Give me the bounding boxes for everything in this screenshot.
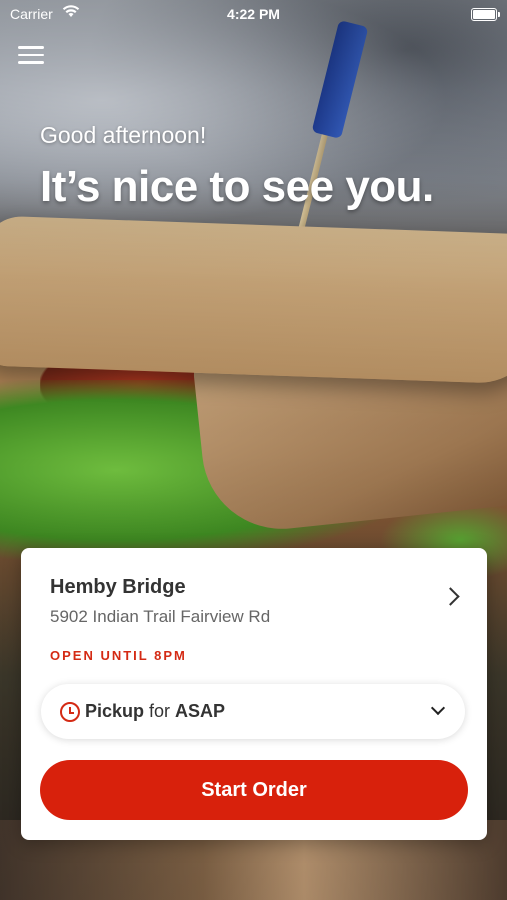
battery-icon <box>471 8 500 21</box>
hours-status: OPEN UNTIL 8PM <box>50 648 187 663</box>
hamburger-menu-icon[interactable] <box>18 46 44 68</box>
greeting-text: Good afternoon! <box>40 122 207 148</box>
start-order-button[interactable]: Start Order <box>40 760 468 820</box>
status-bar: Carrier 4:22 PM <box>0 0 507 28</box>
location-name: Hemby Bridge <box>50 576 186 598</box>
order-connector: for <box>144 701 176 721</box>
clock-time: 4:22 PM <box>227 6 280 22</box>
order-type-label: Pickup for ASAP <box>85 701 225 722</box>
page-title: It’s nice to see you. <box>40 162 434 211</box>
order-mode: Pickup <box>85 701 145 721</box>
order-type-dropdown[interactable]: Pickup for ASAP <box>41 684 465 739</box>
order-card: Hemby Bridge 5902 Indian Trail Fairview … <box>21 548 487 840</box>
clock-icon <box>60 702 80 722</box>
location-address: 5902 Indian Trail Fairview Rd <box>50 607 271 626</box>
order-time: ASAP <box>175 701 226 721</box>
location-selector[interactable]: Hemby Bridge 5902 Indian Trail Fairview … <box>21 548 487 648</box>
chevron-down-icon <box>430 700 446 716</box>
chevron-right-icon <box>441 587 460 606</box>
